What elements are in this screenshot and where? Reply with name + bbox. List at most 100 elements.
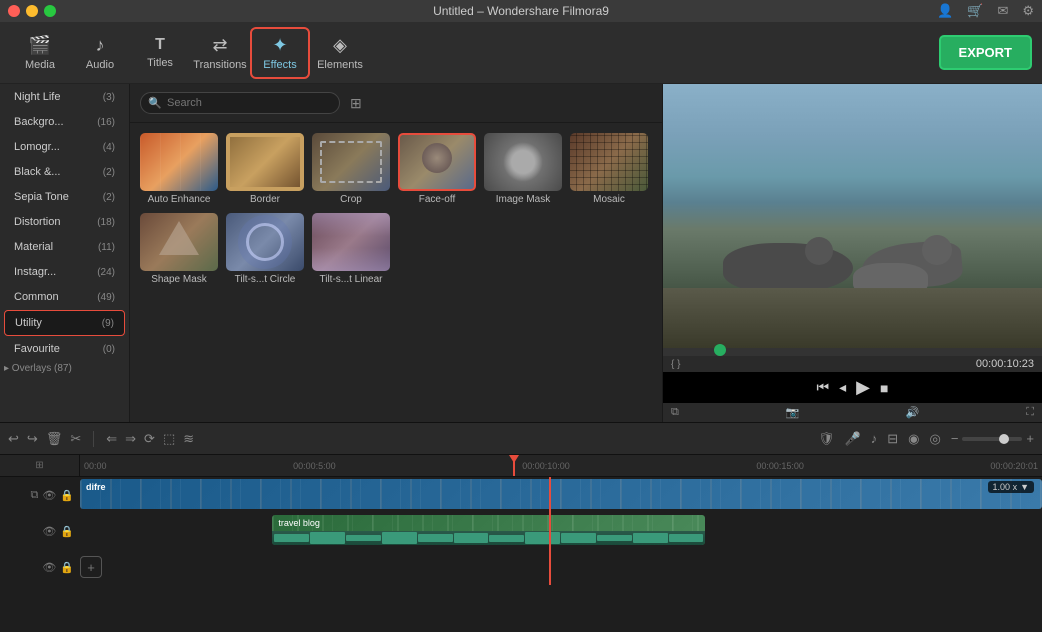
track3-lock-button[interactable]: 🔒 [60,561,74,574]
shield-icon[interactable]: 🛡 [818,431,835,447]
next-frame-button[interactable]: ⇒ [125,431,136,447]
toolbar-item-media[interactable]: 🎬 Media [10,27,70,79]
undo-button[interactable]: ↩ [8,431,19,447]
track-body-video1[interactable]: difre 1.00 x ▼ [80,477,1042,513]
zoom-slider-thumb[interactable] [999,434,1009,444]
delete-button[interactable]: 🗑 [46,431,63,447]
music-icon[interactable]: ♪ [871,431,878,446]
sidebar-item-lomography[interactable]: Lomogr... (4) [4,135,125,159]
mic-icon[interactable]: 🎤 [845,431,861,447]
waveform-bars [272,531,705,545]
track2-eye-button[interactable]: 👁 [42,525,56,538]
zoom-slider[interactable] [962,437,1022,441]
effect-item-image-mask[interactable]: Image Mask [484,133,562,205]
sidebar-overlays-collapse[interactable]: ▸ Overlays (87) [4,363,125,374]
effect-item-face-off[interactable]: Face-off [398,133,476,205]
redo-button[interactable]: ↪ [27,431,38,447]
export-button[interactable]: EXPORT [939,35,1032,70]
track1-eye-button[interactable]: 👁 [42,489,56,502]
zoom-plus-icon[interactable]: + [1026,431,1034,446]
progress-thumb[interactable] [714,344,726,356]
effect-item-tilt-circle[interactable]: Tilt-s...t Circle [226,213,304,285]
cart-icon[interactable]: 🛒 [967,3,983,19]
audio-detach-button[interactable]: ≋ [183,431,194,447]
track2-lock-button[interactable]: 🔒 [60,525,74,538]
sidebar-item-black[interactable]: Black &... (2) [4,160,125,184]
traffic-lights[interactable] [8,5,56,17]
tracks-container: ⧉ 👁 🔒 difre 1.00 x ▼ 👁 [0,477,1042,585]
effect-item-tilt-linear[interactable]: Tilt-s...t Linear [312,213,390,285]
go-start-button[interactable]: ⏮ [817,379,830,396]
effect-thumb-face-off [398,133,476,191]
effect-item-border[interactable]: Border [226,133,304,205]
caption-icon[interactable]: ⊟ [887,431,898,447]
sidebar-item-nightlife[interactable]: Night Life (3) [4,85,125,109]
sidebar-item-material[interactable]: Material (11) [4,235,125,259]
grid-view-icon[interactable]: ⊞ [350,95,362,112]
track1-layers-button[interactable]: ⧉ [30,489,38,502]
prev-frame-button[interactable]: ⇐ [106,431,117,447]
message-icon[interactable]: ✉ [997,3,1008,19]
close-button[interactable] [8,5,20,17]
titlebar: Untitled – Wondershare Filmora9 👤 🛒 ✉ ⚙ [0,0,1042,22]
elements-label: Elements [317,59,363,71]
toolbar-item-elements[interactable]: ◈ Elements [310,27,370,79]
effect-thumb-tilt-linear [312,213,390,271]
effect-item-crop[interactable]: Crop [312,133,390,205]
track-body-video2[interactable]: travel blog [80,513,1042,549]
sidebar-item-utility[interactable]: Utility (9) [4,310,125,336]
timeline-area: ↩ ↪ 🗑 ✂ ⇐ ⇒ ⟳ ⬚ ≋ 🛡 🎤 ♪ ⊟ ◉ ◎ − + [0,422,1042,632]
toolbar-item-audio[interactable]: ♪ Audio [70,27,130,79]
audio-label: Audio [86,59,114,71]
minimize-button[interactable] [26,5,38,17]
titles-icon: T [155,36,165,54]
user-icon[interactable]: 👤 [937,3,953,19]
track3-eye-button[interactable]: 👁 [42,561,56,574]
preview-video [663,84,1042,348]
effect-thumb-border [226,133,304,191]
pip-icon[interactable]: ⧉ [671,406,679,419]
stop-button[interactable]: ■ [880,380,888,396]
titlebar-icons: 👤 🛒 ✉ ⚙ [937,3,1034,19]
effect-item-auto-enhance[interactable]: Auto Enhance [140,133,218,205]
media-label: Media [25,59,55,71]
ruler-mark-2: 00:00:10:00 [522,461,570,471]
timeline-right-icons: 🛡 🎤 ♪ ⊟ ◉ ◎ − + [818,431,1034,447]
transform-button[interactable]: ⬚ [163,431,175,447]
preview-time-icon: { } [671,359,680,370]
sidebar-item-favourite[interactable]: Favourite (0) [4,337,125,361]
snapshot-icon[interactable]: 📷 [786,406,800,419]
effect-item-mosaic[interactable]: Mosaic [570,133,648,205]
face-icon[interactable]: ◉ [908,431,919,447]
search-input[interactable] [140,92,340,114]
toolbar-item-effects[interactable]: ✦ Effects [250,27,310,79]
preview-progress-bar[interactable] [663,348,1042,356]
add-track-button[interactable]: + [80,556,102,578]
main-content: Night Life (3) Backgro... (16) Lomogr...… [0,84,1042,422]
volume-icon[interactable]: 🔊 [906,406,920,419]
timeline-edit-buttons: ↩ ↪ 🗑 ✂ [8,431,81,447]
zoom-minus-icon[interactable]: − [951,431,959,446]
main-toolbar: 🎬 Media ♪ Audio T Titles ⇄ Transitions ✦… [0,22,1042,84]
toolbar-item-transitions[interactable]: ⇄ Transitions [190,27,250,79]
cut-button[interactable]: ✂ [70,431,81,447]
sidebar-item-common[interactable]: Common (49) [4,285,125,309]
sidebar-item-sepia[interactable]: Sepia Tone (2) [4,185,125,209]
toolbar-item-titles[interactable]: T Titles [130,27,190,79]
track-clip-video1[interactable]: difre 1.00 x ▼ [80,479,1042,509]
effect-item-shape-mask[interactable]: Shape Mask [140,213,218,285]
maximize-button[interactable] [44,5,56,17]
sidebar-item-instagram[interactable]: Instagr... (24) [4,260,125,284]
ground [663,288,1042,348]
zoom-fit-icon[interactable]: ◎ [929,431,940,447]
sidebar-item-distortion[interactable]: Distortion (18) [4,210,125,234]
track1-lock-button[interactable]: 🔒 [60,489,74,502]
sidebar-item-background[interactable]: Backgro... (16) [4,110,125,134]
add-track-ruler-btn[interactable]: ⊞ [35,460,43,471]
settings-icon[interactable]: ⚙ [1022,3,1034,19]
play-button[interactable]: ▶ [856,377,870,398]
step-back-button[interactable]: ◂ [839,379,846,396]
ruler-marks: 00:00 00:00:5:00 00:00:10:00 00:00:15:00… [80,455,1042,476]
rotate-button[interactable]: ⟳ [144,431,155,447]
fullscreen-icon[interactable]: ⛶ [1026,406,1034,419]
